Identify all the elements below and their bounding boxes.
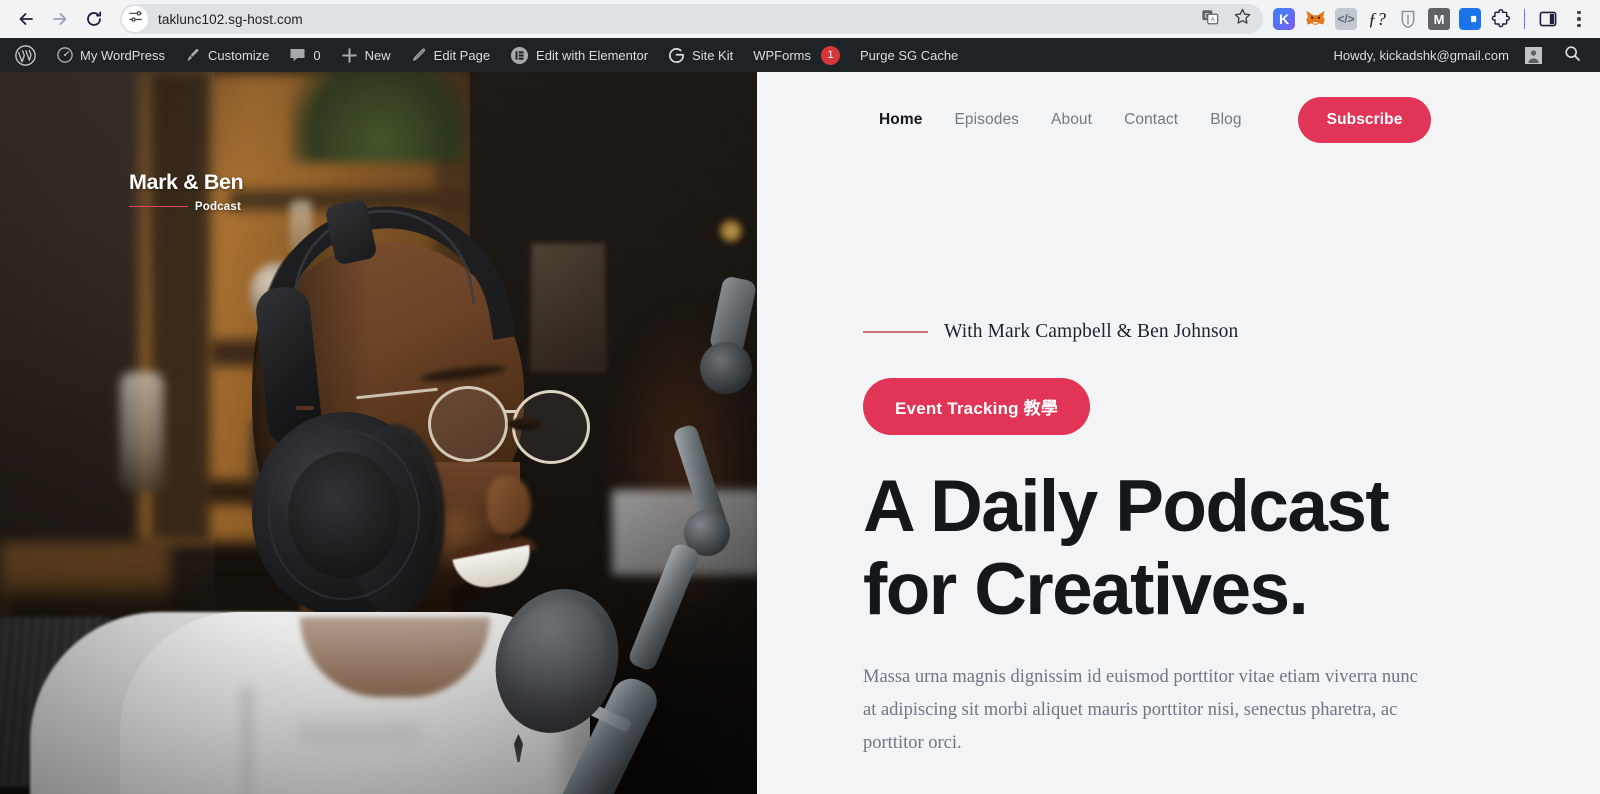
bitwarden-icon[interactable] — [1397, 8, 1419, 30]
hero-title-line-2: for Creatives. — [863, 549, 1309, 631]
adminbar-item-my-wordpress[interactable]: My WordPress — [47, 38, 175, 72]
wpforms-badge: 1 — [821, 45, 841, 65]
google-g-icon — [668, 47, 685, 64]
adminbar-label: Edit Page — [433, 47, 491, 63]
site-logo-subtitle: Podcast — [194, 200, 241, 213]
gmail-icon[interactable]: M — [1428, 8, 1450, 30]
adminbar-item-edit-with-elementor[interactable]: Edit with Elementor — [500, 38, 658, 72]
nav-item-episodes[interactable]: Episodes — [938, 111, 1035, 129]
site-logo[interactable]: Mark & Ben Podcast — [129, 170, 244, 213]
side-panel-icon[interactable] — [1537, 8, 1559, 30]
tag-assistant-icon[interactable] — [1459, 8, 1481, 30]
page-body: Mark & Ben Podcast Home Episodes About C… — [0, 72, 1600, 794]
metamask-fox-icon[interactable] — [1304, 8, 1326, 30]
howdy-text: Howdy, kickadshk@gmail.com — [1333, 47, 1509, 63]
toolbar-divider — [1524, 9, 1525, 29]
nav-item-about[interactable]: About — [1035, 111, 1108, 129]
wordpress-logo-icon — [15, 44, 36, 66]
extensions-strip: K </> ƒ? M — [1271, 8, 1590, 30]
hero-tagline: With Mark Campbell & Ben Johnson — [944, 321, 1239, 342]
back-arrow-icon — [16, 9, 36, 29]
adminbar-label: Purge SG Cache — [860, 47, 959, 63]
chrome-menu-icon[interactable] — [1568, 10, 1590, 28]
translate-button[interactable]: G A — [1197, 6, 1223, 32]
bookmark-button[interactable] — [1229, 6, 1255, 32]
adminbar-item-site-kit[interactable]: Site Kit — [658, 38, 743, 72]
wordpress-admin-bar: My WordPress Customize 0 New Edit Page E… — [0, 38, 1600, 72]
adminbar-item-customize[interactable]: Customize — [175, 38, 279, 72]
adminbar-right-group: Howdy, kickadshk@gmail.com — [1323, 38, 1600, 72]
hero-body-text: Massa urna magnis dignissim id euismod p… — [863, 667, 1418, 754]
wordpress-logo-button[interactable] — [4, 38, 47, 72]
pencil-icon — [411, 47, 427, 63]
nav-item-blog[interactable]: Blog — [1194, 111, 1257, 129]
address-bar[interactable]: taklunc102.sg-host.com G A — [120, 4, 1263, 34]
user-avatar-icon — [1525, 46, 1542, 64]
kayak-extension-icon[interactable]: K — [1273, 8, 1295, 30]
site-navigation: Home Episodes About Contact Blog Subscri… — [863, 72, 1540, 143]
dashboard-icon — [57, 47, 73, 63]
comment-bubble-icon — [289, 47, 306, 63]
adminbar-item-edit-page[interactable]: Edit Page — [401, 38, 500, 72]
hero-title: A Daily Podcast for Creatives. — [863, 465, 1540, 631]
hero-tagline-row: With Mark Campbell & Ben Johnson — [863, 321, 1540, 343]
hero-title-line-1: A Daily Podcast — [863, 466, 1390, 547]
adminbar-label: Edit with Elementor — [536, 47, 649, 63]
adminbar-label: My WordPress — [80, 47, 165, 63]
reload-button[interactable] — [78, 3, 110, 35]
browser-toolbar: taklunc102.sg-host.com G A K — [0, 0, 1600, 38]
adminbar-item-purge-sg-cache[interactable]: Purge SG Cache — [850, 38, 968, 72]
adminbar-label: Customize — [208, 47, 270, 63]
adminbar-item-comments[interactable]: 0 — [279, 38, 330, 72]
fonts-ninja-icon[interactable]: ƒ? — [1366, 8, 1388, 30]
plus-icon — [341, 47, 358, 64]
podcast-host-photo: Mark & Ben Podcast — [0, 72, 757, 794]
adminbar-item-new[interactable]: New — [331, 38, 401, 72]
site-logo-rule — [129, 205, 188, 208]
forward-arrow-icon — [50, 9, 70, 29]
star-icon — [1233, 7, 1252, 31]
nav-item-home[interactable]: Home — [863, 111, 938, 129]
extensions-puzzle-icon[interactable] — [1490, 8, 1512, 30]
site-settings-button[interactable] — [122, 6, 148, 32]
reload-icon — [84, 9, 104, 29]
site-logo-name: Mark & Ben — [129, 170, 244, 194]
subscribe-button[interactable]: Subscribe — [1297, 97, 1432, 143]
url-text: taklunc102.sg-host.com — [158, 11, 303, 27]
adminbar-item-wpforms[interactable]: WPForms 1 — [743, 38, 850, 72]
elementor-icon — [510, 46, 529, 65]
adminbar-label: New — [364, 47, 391, 63]
forward-button[interactable] — [44, 3, 76, 35]
tagline-rule — [863, 331, 928, 333]
adminbar-label: WPForms — [753, 47, 812, 63]
nav-item-contact[interactable]: Contact — [1108, 111, 1194, 129]
hero-content: Home Episodes About Contact Blog Subscri… — [757, 72, 1600, 794]
adminbar-label: 0 — [313, 47, 321, 63]
adminbar-label: Site Kit — [692, 47, 734, 63]
code-inspector-icon[interactable]: </> — [1335, 8, 1357, 30]
paintbrush-icon — [185, 47, 201, 63]
back-button[interactable] — [10, 3, 42, 35]
site-settings-icon — [128, 9, 143, 29]
omnibox-actions: G A — [1197, 6, 1255, 32]
event-tracking-pill-button[interactable]: Event Tracking 教學 — [863, 378, 1091, 435]
search-icon — [1564, 45, 1581, 65]
translate-icon: G A — [1201, 8, 1219, 31]
adminbar-search-button[interactable] — [1552, 45, 1594, 65]
adminbar-account-menu[interactable]: Howdy, kickadshk@gmail.com — [1323, 38, 1552, 72]
site-logo-subtitle-row: Podcast — [129, 201, 241, 213]
